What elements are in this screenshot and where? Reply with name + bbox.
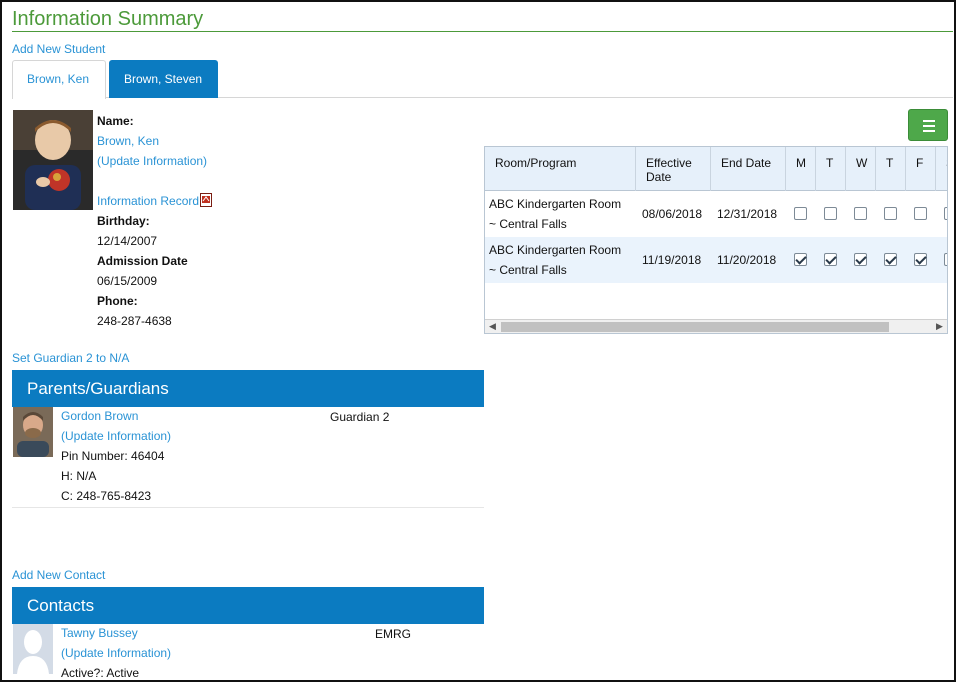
student-info: Name: Brown, Ken (Update Information) In…: [97, 111, 297, 331]
birthday-label: Birthday:: [97, 214, 150, 228]
room-name: ABC Kindergarten Room: [489, 197, 622, 211]
tab-brown-ken[interactable]: Brown, Ken: [12, 60, 106, 99]
room-name: ABC Kindergarten Room: [489, 243, 622, 257]
day-checkbox[interactable]: [854, 253, 867, 266]
contact-role: EMRG: [375, 627, 411, 641]
header-day-t[interactable]: T: [816, 147, 846, 191]
title-divider: [12, 31, 953, 32]
header-day-f[interactable]: F: [906, 147, 936, 191]
add-new-contact-link[interactable]: Add New Contact: [12, 568, 105, 582]
guardian-photo: [13, 407, 53, 457]
end-date: 11/20/2018: [717, 253, 777, 267]
guardian-update-link[interactable]: (Update Information): [61, 429, 171, 443]
day-checkbox[interactable]: [884, 207, 897, 220]
student-tabs: Brown, Ken Brown, Steven: [12, 60, 953, 99]
add-new-student-link[interactable]: Add New Student: [12, 42, 105, 56]
table-row[interactable]: ABC Kindergarten Room ~ Central Falls 11…: [485, 237, 947, 283]
day-checkbox[interactable]: [824, 207, 837, 220]
admission-label: Admission Date: [97, 254, 188, 268]
page-title: Information Summary: [12, 8, 204, 30]
header-day-w[interactable]: W: [846, 147, 876, 191]
scroll-right-icon[interactable]: ▶: [936, 321, 943, 332]
information-record-link[interactable]: Information Record: [97, 194, 199, 208]
effective-date: 11/19/2018: [642, 253, 702, 267]
app-frame: Information Summary Add New Student Brow…: [0, 0, 956, 682]
contact-active-status: Active?: Active: [61, 666, 140, 680]
contacts-header: Contacts: [12, 587, 484, 624]
contact-photo-placeholder: [13, 624, 53, 674]
room-location: ~ Central Falls: [489, 263, 567, 277]
guardian-role: Guardian 2: [330, 410, 390, 424]
student-name-link[interactable]: Brown, Ken: [97, 134, 159, 148]
menu-button[interactable]: [908, 109, 948, 141]
hamburger-icon: [923, 120, 935, 122]
header-end-date[interactable]: End Date: [711, 147, 786, 191]
tab-brown-steven[interactable]: Brown, Steven: [109, 60, 218, 98]
header-day-th[interactable]: T: [876, 147, 906, 191]
admission-value: 06/15/2009: [97, 274, 158, 288]
day-checkbox[interactable]: [914, 207, 927, 220]
room-location: ~ Central Falls: [489, 217, 567, 231]
contact-name-link[interactable]: Tawny Bussey: [61, 626, 138, 640]
divider: [12, 507, 484, 508]
phone-label: Phone:: [97, 294, 138, 308]
header-room-program[interactable]: Room/Program: [485, 147, 636, 191]
contact-update-link[interactable]: (Update Information): [61, 646, 171, 660]
day-checkbox[interactable]: [854, 207, 867, 220]
parents-guardians-header: Parents/Guardians: [12, 370, 484, 407]
table-row[interactable]: ABC Kindergarten Room ~ Central Falls 08…: [485, 191, 947, 237]
day-checkbox[interactable]: [914, 253, 927, 266]
scroll-left-icon[interactable]: ◀: [489, 321, 496, 332]
header-day-m[interactable]: M: [786, 147, 816, 191]
phone-value: 248-287-4638: [97, 314, 172, 328]
set-guardian-link[interactable]: Set Guardian 2 to N/A: [12, 351, 129, 365]
birthday-value: 12/14/2007: [97, 234, 158, 248]
day-checkbox[interactable]: [824, 253, 837, 266]
guardian-name-link[interactable]: Gordon Brown: [61, 409, 138, 423]
guardian-details: Gordon Brown (Update Information) Pin Nu…: [61, 406, 261, 506]
guardian-home-phone: H: N/A: [61, 469, 97, 483]
header-day-s[interactable]: S: [936, 147, 947, 191]
student-update-link[interactable]: (Update Information): [97, 154, 207, 168]
grid-header: Room/Program Effective Date End Date M T…: [485, 147, 947, 191]
guardian-cell-phone: C: 248-765-8423: [61, 489, 152, 503]
day-checkbox[interactable]: [944, 207, 947, 220]
day-checkbox[interactable]: [794, 253, 807, 266]
contact-details: Tawny Bussey (Update Information) Active…: [61, 623, 261, 680]
pdf-icon[interactable]: [200, 193, 213, 207]
day-checkbox[interactable]: [794, 207, 807, 220]
name-label: Name:: [97, 114, 134, 128]
effective-date: 08/06/2018: [642, 207, 703, 221]
day-checkbox[interactable]: [944, 253, 947, 266]
day-checkbox[interactable]: [884, 253, 897, 266]
scrollbar-thumb[interactable]: [501, 322, 889, 332]
horizontal-scrollbar[interactable]: ◀ ▶: [485, 319, 947, 333]
schedule-grid: Room/Program Effective Date End Date M T…: [484, 146, 948, 334]
guardian-pin: Pin Number: 46404: [61, 449, 165, 463]
student-photo: [13, 110, 93, 210]
header-effective-date[interactable]: Effective Date: [636, 147, 711, 191]
end-date: 12/31/2018: [717, 207, 778, 221]
